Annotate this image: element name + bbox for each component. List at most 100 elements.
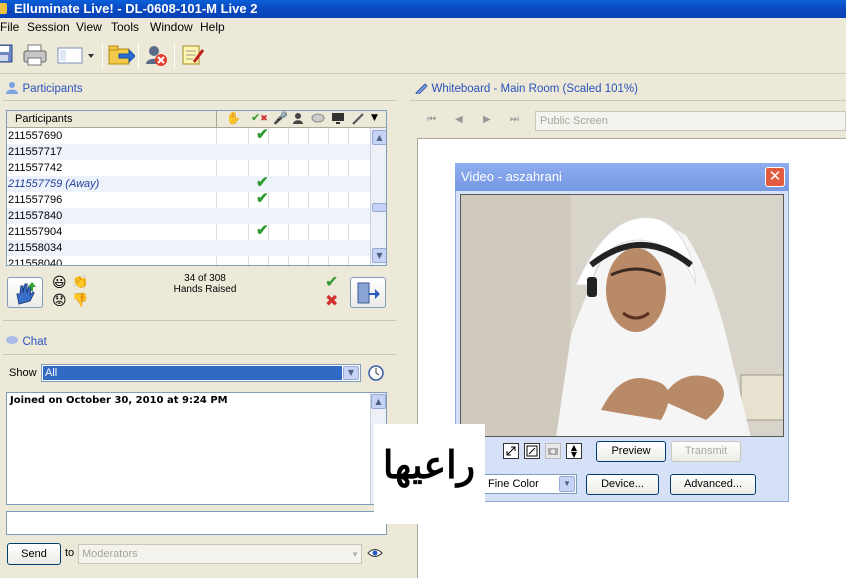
hand-column-icon[interactable]: ✋ <box>226 111 241 125</box>
video-title: Video - aszahrani <box>461 169 562 184</box>
menu-help[interactable]: Help <box>200 20 225 34</box>
eye-icon[interactable] <box>367 547 383 562</box>
show-select[interactable]: All ▼ <box>41 364 361 382</box>
save-icon[interactable] <box>0 42 20 68</box>
snapshot-icon[interactable] <box>545 443 561 459</box>
participant-name: 211557759 (Away) <box>8 178 100 190</box>
previous-page-icon[interactable]: ◀ <box>455 114 463 125</box>
toolbar <box>0 38 846 74</box>
scroll-thumb[interactable] <box>372 203 386 212</box>
participant-name: 211558040 <box>8 258 63 266</box>
yes-icon[interactable]: ✔ <box>325 272 338 291</box>
next-page-icon[interactable]: ▶ <box>483 114 491 125</box>
first-page-icon[interactable]: ⏮ <box>427 114 436 125</box>
participants-scrollbar[interactable]: ▲ ▼ <box>370 128 386 265</box>
video-column-icon[interactable] <box>292 112 304 127</box>
recipient-value: Moderators <box>82 548 138 560</box>
chat-column-icon[interactable] <box>311 113 325 127</box>
preview-button[interactable]: Preview <box>596 441 666 462</box>
notes-icon[interactable] <box>180 42 206 68</box>
recipient-select[interactable]: Moderators ▼ <box>78 544 362 564</box>
participant-row[interactable]: 211557904 ✔ <box>7 222 370 240</box>
participants-rows: 211557690 ✔ 211557717 211557742 211557759… <box>7 126 370 266</box>
clock-icon[interactable] <box>367 364 385 385</box>
step-away-button[interactable] <box>350 277 386 308</box>
participant-row[interactable]: 211557717 <box>7 144 370 160</box>
participant-name: 211557690 <box>8 130 63 142</box>
mic-column-icon[interactable]: 🎤 <box>273 111 288 125</box>
title-bar: Elluminate Live! - DL-0608-101-M Live 2 <box>0 0 846 18</box>
chat-title: Chat <box>22 336 47 348</box>
print-icon[interactable] <box>22 42 48 68</box>
whiteboard-panel-title: Whiteboard - Main Room (Scaled 101%) <box>414 81 638 96</box>
chat-panel-title: Chat <box>5 335 47 348</box>
menu-file[interactable]: File <box>0 20 19 34</box>
participant-row[interactable]: 211557796 ✔ <box>7 190 370 208</box>
scroll-up-icon[interactable]: ▲ <box>371 394 386 409</box>
check-column-icon[interactable]: ✔✖ <box>251 111 268 124</box>
quality-value: Fine Color <box>488 478 539 490</box>
menu-bar: File Session View Tools Window Help <box>0 18 846 38</box>
participants-list[interactable]: Participants ✋ ✔✖ 🎤 ▼ 211557690 ✔ 2115577… <box>6 110 387 266</box>
participants-title: Participants <box>22 83 83 95</box>
raise-hand-button[interactable] <box>7 277 43 308</box>
smile-emoticon-icon[interactable]: 😃 <box>52 275 67 291</box>
participant-row[interactable]: 211557840 <box>7 208 370 224</box>
scroll-up-icon[interactable]: ▲ <box>372 130 386 145</box>
scroll-down-icon[interactable]: ▼ <box>372 248 386 263</box>
chevron-down-icon[interactable]: ▼ <box>559 476 575 492</box>
participants-column-header[interactable]: Participants <box>15 113 72 125</box>
pen-icon <box>415 83 428 96</box>
column-menu-icon[interactable]: ▼ <box>371 113 378 123</box>
advanced-button[interactable]: Advanced... <box>670 474 756 495</box>
applause-emoticon-icon[interactable]: 👏 <box>72 275 88 290</box>
chevron-down-icon[interactable]: ▼ <box>351 546 359 564</box>
video-titlebar[interactable]: Video - aszahrani ✕ <box>455 163 789 191</box>
thumbs-down-icon[interactable]: 👎 <box>72 293 88 308</box>
screen-select[interactable]: Public Screen <box>535 111 846 131</box>
check-icon: ✔ <box>256 126 269 143</box>
participant-name: 211557796 <box>8 194 63 206</box>
screen-column-icon[interactable] <box>331 112 345 128</box>
participant-name: 211558034 <box>8 242 63 254</box>
check-icon: ✔ <box>256 222 269 239</box>
participants-icon <box>6 82 18 94</box>
participant-name: 211557717 <box>8 146 63 158</box>
layout-dropdown[interactable] <box>56 42 98 68</box>
fullscreen-icon[interactable] <box>503 443 519 459</box>
expand-collapse-icon[interactable]: ▲ ▼ <box>566 443 582 459</box>
sad-emoticon-icon[interactable]: 😟 <box>52 293 67 309</box>
close-icon[interactable]: ✕ <box>765 167 785 187</box>
video-feed <box>460 194 784 437</box>
resize-video-icon[interactable] <box>524 443 540 459</box>
chat-input[interactable] <box>6 511 387 535</box>
participant-name: 211557840 <box>8 210 63 222</box>
window-title: Elluminate Live! - DL-0608-101-M Live 2 <box>14 1 258 16</box>
quality-select[interactable]: Fine Color ▼ <box>484 474 577 494</box>
menu-tools[interactable]: Tools <box>111 20 139 34</box>
no-icon[interactable]: ✖ <box>325 291 338 310</box>
participant-row[interactable]: 211558034 <box>7 240 370 256</box>
to-label: to <box>65 547 75 559</box>
whiteboard-title: Whiteboard - Main Room (Scaled 101%) <box>431 83 638 95</box>
participant-row[interactable]: 211557742 <box>7 160 370 176</box>
send-button[interactable]: Send <box>7 543 61 565</box>
exit-session-icon[interactable] <box>143 42 169 68</box>
menu-window[interactable]: Window <box>150 20 193 34</box>
chevron-down-icon[interactable]: ▼ <box>343 366 359 380</box>
hands-label: Hands Raised <box>173 284 237 295</box>
arabic-overlay-box: راعيها <box>374 424 485 524</box>
menu-session[interactable]: Session <box>27 20 70 34</box>
show-label: Show <box>9 367 37 379</box>
check-icon: ✔ <box>256 190 269 207</box>
transmit-button[interactable]: Transmit <box>671 441 741 462</box>
chat-transcript[interactable]: Joined on October 30, 2010 at 9:24 PM ▲ <box>6 392 387 505</box>
participant-row[interactable]: 211557759 (Away) ✔ <box>7 175 370 192</box>
participant-row[interactable]: 211557690 ✔ <box>7 126 370 144</box>
menu-view[interactable]: View <box>76 20 102 34</box>
folder-transfer-icon[interactable] <box>107 42 136 68</box>
participant-row[interactable]: 211558040 <box>7 256 370 266</box>
last-page-icon[interactable]: ⏭ <box>510 114 519 125</box>
pen-column-icon[interactable] <box>351 112 365 128</box>
device-button[interactable]: Device... <box>586 474 659 495</box>
